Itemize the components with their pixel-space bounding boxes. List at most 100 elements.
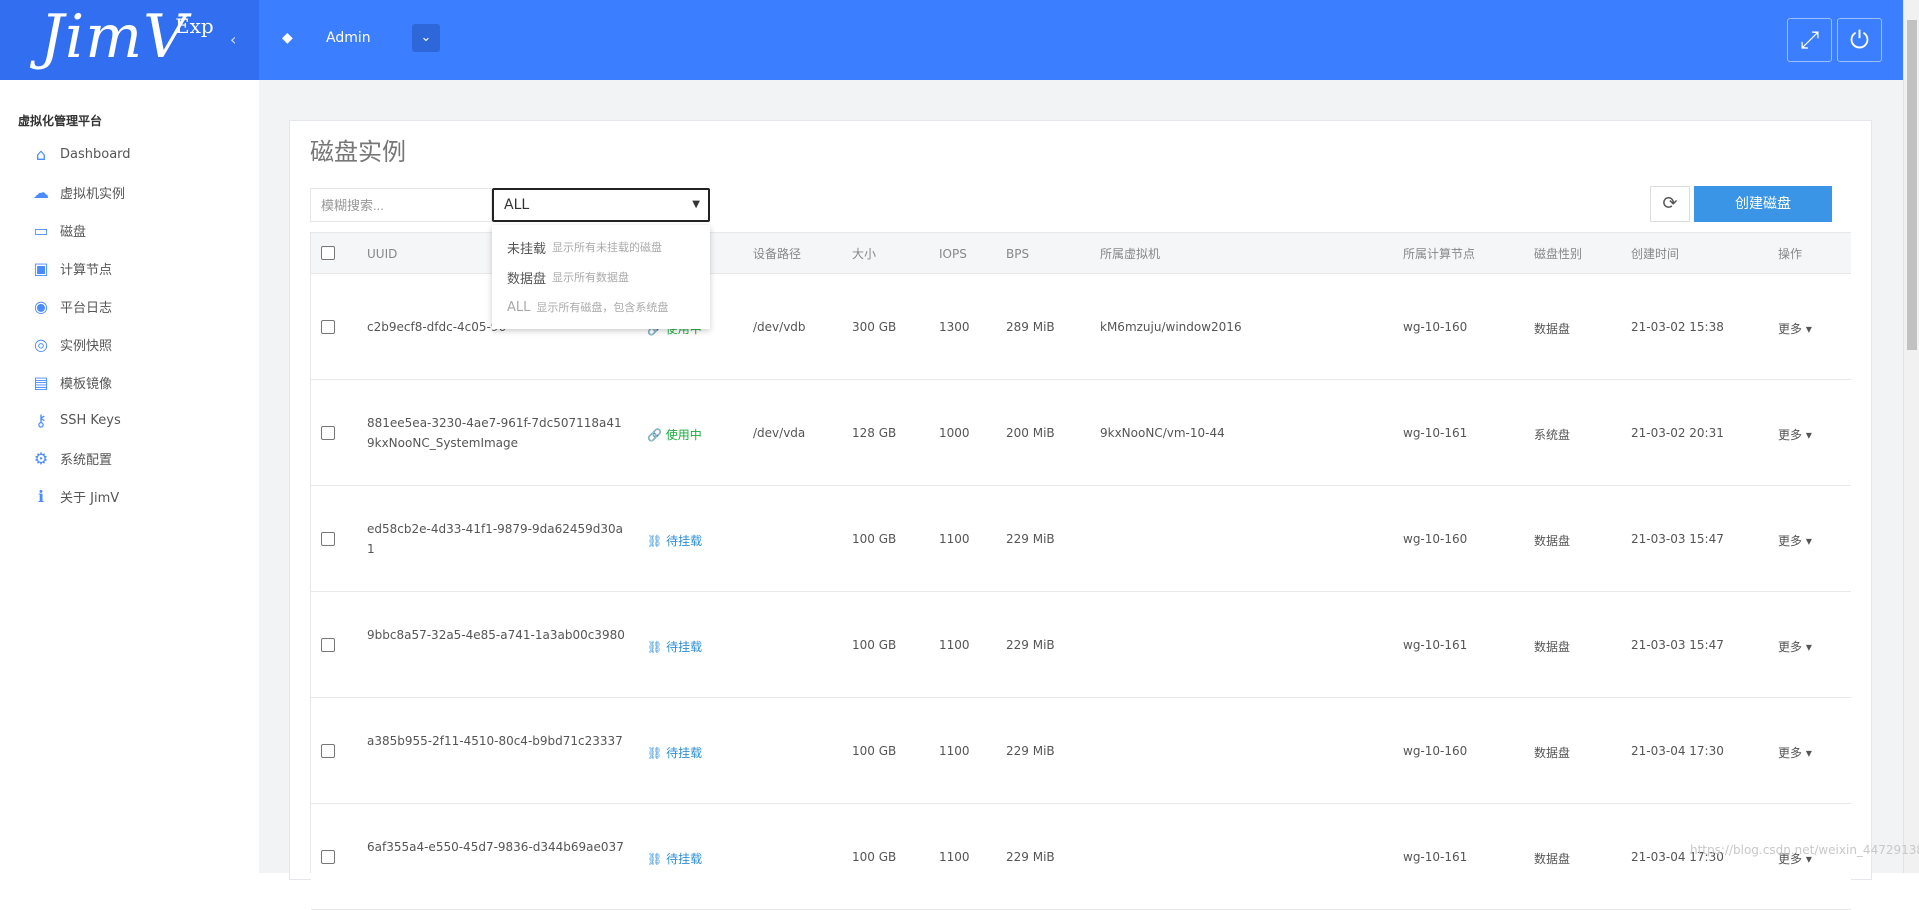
time-cell: 21-03-03 15:47 [1631, 532, 1724, 546]
size-cell: 300 GB [852, 320, 897, 334]
row-checkbox[interactable] [321, 850, 335, 864]
scrollbar-thumb[interactable] [1907, 20, 1917, 350]
user-name[interactable]: Admin [326, 30, 371, 46]
sidebar-item-compute-nodes[interactable]: ▣ 计算节点 [28, 249, 248, 287]
iops-cell: 1100 [939, 744, 970, 758]
sidebar-item-ssh-keys[interactable]: ⚷ SSH Keys [28, 401, 248, 439]
row-checkbox[interactable] [321, 638, 335, 652]
vm-cell[interactable]: kM6mzuju/window2016 [1100, 320, 1242, 334]
vertical-scrollbar[interactable] [1903, 0, 1919, 873]
column-header[interactable]: 磁盘性别 [1534, 233, 1582, 275]
type-cell: 数据盘 [1534, 322, 1571, 336]
row-checkbox[interactable] [321, 426, 335, 440]
iops-cell: 1100 [939, 532, 970, 546]
more-button[interactable]: 更多 ▾ [1778, 744, 1812, 761]
column-header[interactable]: 大小 [852, 233, 876, 275]
row-checkbox[interactable] [321, 532, 335, 546]
status-cell: ⛓ 待挂载 [647, 746, 703, 760]
sidebar-item-templates[interactable]: ▤ 模板镜像 [28, 363, 248, 401]
row-checkbox[interactable] [321, 320, 335, 334]
column-header[interactable]: IOPS [939, 233, 967, 275]
refresh-button[interactable]: ⟳ [1650, 186, 1690, 222]
fullscreen-button[interactable]: ⤢ [1787, 18, 1832, 62]
filter-option-all[interactable]: ALL 显示所有磁盘，包含系统盘 [492, 292, 710, 322]
column-header[interactable]: 设备路径 [753, 233, 801, 275]
logo-area: JimV Exp ‹ [0, 0, 259, 80]
cloud-icon: ☁ [33, 182, 49, 202]
eye-icon: ◉ [34, 296, 48, 316]
more-button[interactable]: 更多 ▾ [1778, 320, 1812, 337]
camera-icon: ◎ [34, 334, 48, 354]
path-cell: /dev/vda [753, 426, 806, 440]
column-header[interactable]: 操作 [1778, 233, 1802, 275]
column-header[interactable]: 创建时间 [1631, 233, 1679, 275]
column-header[interactable]: UUID [367, 233, 397, 275]
more-button[interactable]: 更多 ▾ [1778, 426, 1812, 443]
sidebar-item-dashboard[interactable]: ⌂ Dashboard [28, 135, 248, 173]
table-row[interactable]: 881ee5ea-3230-4ae7-961f-7dc507118a41 9kx… [311, 380, 1851, 486]
table-row[interactable]: a385b955-2f11-4510-80c4-b9bd71c23337 ⛓ 待… [311, 698, 1851, 804]
size-cell: 100 GB [852, 638, 897, 652]
filter-select[interactable]: ALL ▼ [492, 188, 710, 222]
size-cell: 100 GB [852, 532, 897, 546]
key-icon: ⚷ [35, 410, 47, 430]
row-checkbox[interactable] [321, 744, 335, 758]
bps-cell: 200 MiB [1006, 426, 1055, 440]
sidebar-item-label: Dashboard [60, 146, 131, 162]
caret-down-icon: ▼ [692, 199, 700, 210]
more-button[interactable]: 更多 ▾ [1778, 638, 1812, 655]
sidebar-item-label: 系统配置 [60, 452, 113, 468]
sidebar-item-label: SSH Keys [60, 412, 121, 428]
filter-dropdown: 未挂载 显示所有未挂载的磁盘 数据盘 显示所有数据盘 ALL 显示所有磁盘，包含系统盘 [492, 225, 710, 329]
uuid-cell: a385b955-2f11-4510-80c4-b9bd71c23337 [367, 734, 623, 748]
uuid-cell: ed58cb2e-4d33-41f1-9879-9da62459d30a [367, 522, 624, 536]
time-cell: 21-03-02 15:38 [1631, 320, 1724, 334]
chevron-left-icon[interactable]: ‹ [230, 30, 236, 49]
type-cell: 数据盘 [1534, 640, 1571, 654]
unlink-icon: ⛓ [647, 852, 667, 866]
create-disk-button[interactable]: 创建磁盘 [1694, 186, 1832, 222]
table-row[interactable]: ed58cb2e-4d33-41f1-9879-9da62459d30a 1 ⛓… [311, 486, 1851, 592]
unlink-icon: ⛓ [647, 534, 667, 548]
status-cell: ⛓ 待挂载 [647, 534, 703, 548]
search-input[interactable] [310, 188, 492, 222]
sidebar-item-about[interactable]: ℹ 关于 JimV [28, 477, 248, 515]
iops-cell: 1100 [939, 850, 970, 864]
table-row[interactable]: 6af355a4-e550-45d7-9836-d344b69ae037 ⛓ 待… [311, 804, 1851, 910]
filter-option-data-disk[interactable]: 数据盘 显示所有数据盘 [492, 262, 710, 292]
uuid-cell: c2b9ecf8-dfdc-4c05-96 [367, 320, 507, 334]
vm-cell[interactable]: 9kxNooNC/vm-10-44 [1100, 426, 1225, 440]
bps-cell: 229 MiB [1006, 638, 1055, 652]
user-avatar-icon: ◆ [282, 30, 293, 46]
type-cell: 数据盘 [1534, 852, 1571, 866]
select-all-checkbox[interactable] [321, 246, 335, 260]
sidebar-item-label: 虚拟机实例 [60, 186, 126, 202]
sidebar-item-snapshots[interactable]: ◎ 实例快照 [28, 325, 248, 363]
size-cell: 100 GB [852, 850, 897, 864]
column-header[interactable]: BPS [1006, 233, 1029, 275]
sidebar-item-vm-instances[interactable]: ☁ 虚拟机实例 [28, 173, 248, 211]
table-row[interactable]: 9bbc8a57-32a5-4e85-a741-1a3ab00c3980 ⛓ 待… [311, 592, 1851, 698]
filter-option-unmounted[interactable]: 未挂载 显示所有未挂载的磁盘 [492, 232, 710, 262]
iops-cell: 1100 [939, 638, 970, 652]
node-cell: wg-10-160 [1403, 532, 1468, 546]
sidebar-item-disks[interactable]: ▭ 磁盘 [28, 211, 248, 249]
link-icon: 🔗 [647, 428, 666, 442]
node-cell: wg-10-160 [1403, 320, 1468, 334]
more-button[interactable]: 更多 ▾ [1778, 532, 1812, 549]
time-cell: 21-03-03 15:47 [1631, 638, 1724, 652]
node-cell: wg-10-161 [1403, 426, 1468, 440]
sidebar-item-label: 计算节点 [60, 262, 113, 278]
sidebar-item-label: 实例快照 [60, 338, 113, 354]
chevron-down-icon[interactable]: ⌄ [412, 24, 440, 52]
sidebar-item-settings[interactable]: ⚙ 系统配置 [28, 439, 248, 477]
power-button[interactable]: ⏻ [1837, 18, 1882, 62]
unlink-icon: ⛓ [647, 640, 667, 654]
sidebar-title: 虚拟化管理平台 [18, 114, 103, 128]
sidebar-item-platform-logs[interactable]: ◉ 平台日志 [28, 287, 248, 325]
column-header[interactable]: 所属计算节点 [1403, 233, 1475, 275]
node-cell: wg-10-160 [1403, 744, 1468, 758]
filter-selected-value: ALL [504, 197, 530, 213]
column-header[interactable]: 所属虚拟机 [1100, 233, 1160, 275]
dashboard-icon: ⌂ [35, 144, 47, 164]
